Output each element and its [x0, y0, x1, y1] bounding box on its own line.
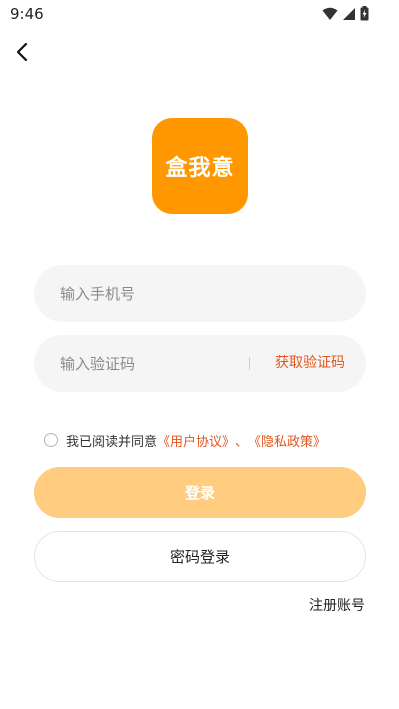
password-login-button[interactable]: 密码登录 — [34, 531, 366, 582]
phone-input[interactable] — [60, 265, 350, 322]
code-divider — [249, 357, 250, 370]
app-logo: 盒我意 — [152, 118, 248, 214]
agreement-prefix: 我已阅读并同意 — [66, 434, 158, 450]
verification-code-input[interactable] — [60, 335, 240, 392]
phone-field — [34, 265, 366, 322]
agreement-separator: 、 — [235, 434, 249, 450]
status-icons — [322, 6, 369, 21]
status-time: 9:46 — [10, 5, 44, 23]
chevron-left-icon — [16, 42, 28, 62]
status-bar: 9:46 — [0, 0, 399, 28]
back-button[interactable] — [8, 38, 36, 66]
agreement-row: 我已阅读并同意 《用户协议》 、 《隐私政策》 — [44, 430, 326, 450]
app-logo-text: 盒我意 — [165, 156, 235, 181]
privacy-policy-link[interactable]: 《隐私政策》 — [248, 431, 326, 450]
verification-code-field: 获取验证码 — [34, 335, 366, 392]
agreement-checkbox[interactable] — [44, 433, 58, 447]
wifi-icon — [322, 7, 338, 20]
battery-icon — [360, 6, 369, 21]
get-code-button[interactable]: 获取验证码 — [275, 335, 345, 392]
login-button[interactable]: 登录 — [34, 467, 366, 518]
user-agreement-link[interactable]: 《用户协议》 — [157, 431, 235, 450]
register-link[interactable]: 注册账号 — [309, 595, 365, 615]
cell-signal-icon — [343, 7, 355, 20]
